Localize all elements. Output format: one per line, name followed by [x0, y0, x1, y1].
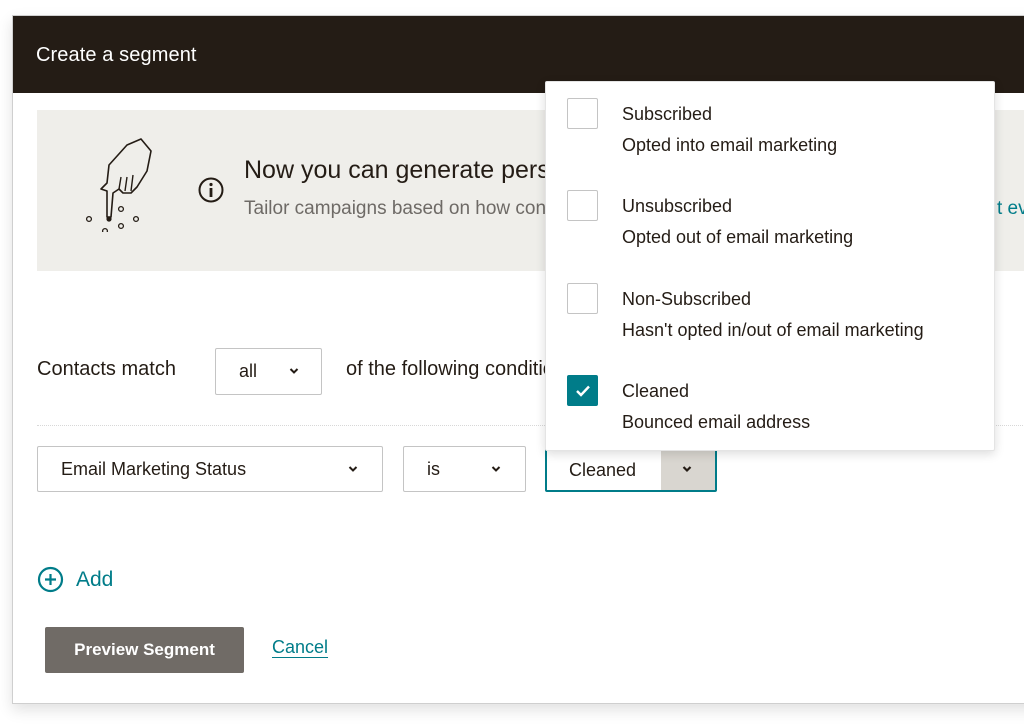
option-label: Subscribed	[622, 104, 713, 124]
match-prefix-label: Contacts match	[37, 358, 176, 380]
option-description: Bounced email address	[622, 412, 811, 432]
checkbox-checked[interactable]	[567, 375, 598, 406]
dropdown-option-cleaned[interactable]: Cleaned Bounced email address	[546, 359, 994, 451]
option-description: Opted into email marketing	[622, 135, 838, 155]
checkbox[interactable]	[567, 283, 598, 314]
condition-value-select[interactable]: Cleaned	[545, 446, 717, 492]
modal-title: Create a segment	[36, 44, 197, 66]
checkbox[interactable]	[567, 98, 598, 129]
dropdown-option-non-subscribed[interactable]: Non-Subscribed Hasn't opted in/out of em…	[546, 267, 994, 359]
match-type-select[interactable]: all	[215, 348, 322, 395]
banner-link[interactable]: t ev	[997, 198, 1024, 220]
option-description: Hasn't opted in/out of email marketing	[622, 320, 924, 340]
match-type-value: all	[239, 361, 258, 381]
preview-segment-button[interactable]: Preview Segment	[45, 627, 244, 673]
option-label: Non-Subscribed	[622, 289, 752, 309]
option-label: Unsubscribed	[622, 196, 733, 216]
chevron-down-icon	[682, 466, 692, 473]
option-description: Opted out of email marketing	[622, 227, 854, 247]
chevron-down-icon	[348, 466, 358, 472]
cancel-link[interactable]: Cancel	[272, 637, 328, 658]
info-icon	[198, 177, 224, 203]
status-dropdown-menu: Subscribed Opted into email marketing Un…	[545, 81, 995, 451]
value-dropdown-toggle[interactable]	[661, 448, 715, 490]
checkbox[interactable]	[567, 190, 598, 221]
condition-operator-select[interactable]: is	[403, 446, 526, 492]
condition-value-value: Cleaned	[569, 460, 637, 480]
checkmark-icon	[576, 385, 590, 397]
add-label: Add	[76, 567, 114, 591]
hand-pointing-illustration	[85, 138, 152, 232]
chevron-down-icon	[289, 368, 299, 374]
condition-field-select[interactable]: Email Marketing Status	[37, 446, 383, 492]
option-label: Cleaned	[622, 381, 690, 401]
dropdown-option-subscribed[interactable]: Subscribed Opted into email marketing	[546, 82, 994, 174]
chevron-down-icon	[491, 466, 501, 472]
add-condition-button[interactable]: Add	[37, 566, 113, 593]
plus-circle-icon	[37, 566, 64, 593]
dropdown-option-unsubscribed[interactable]: Unsubscribed Opted out of email marketin…	[546, 174, 994, 266]
condition-field-value: Email Marketing Status	[61, 459, 247, 479]
condition-operator-value: is	[427, 459, 440, 479]
